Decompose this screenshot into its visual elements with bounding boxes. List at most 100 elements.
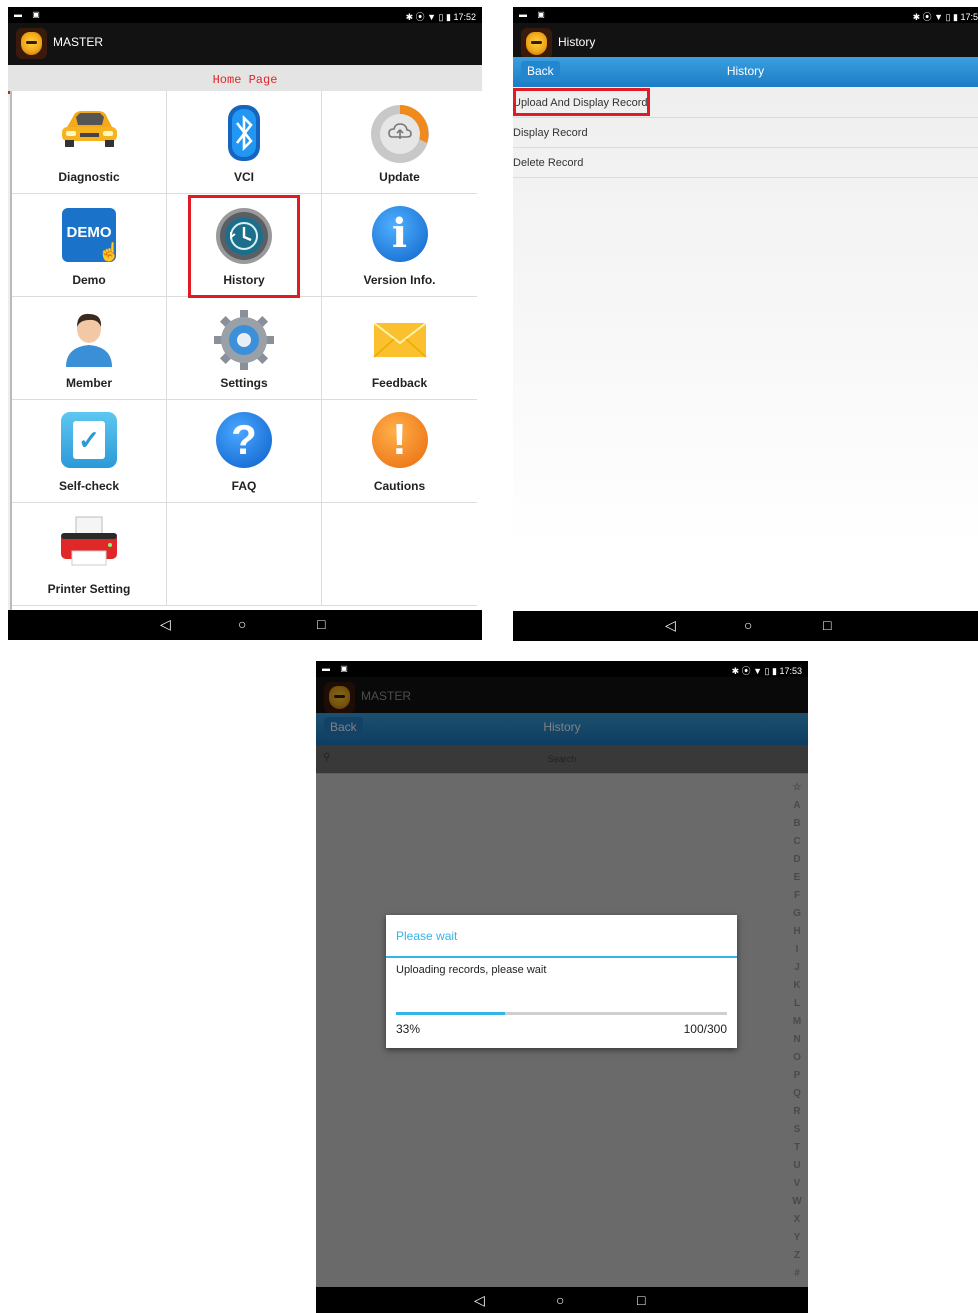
home-page-title: Home Page xyxy=(212,73,278,87)
nav-back-icon[interactable]: ◁ xyxy=(160,616,171,633)
alphabet-letter[interactable]: # xyxy=(790,1265,804,1283)
tile-label: Printer Setting xyxy=(47,582,131,596)
nav-recent-icon[interactable]: □ xyxy=(823,617,831,633)
tile-grid: Diagnostic VCI Update DEMO ☝ Demo Histor… xyxy=(10,91,482,610)
alphabet-letter[interactable]: P xyxy=(790,1067,804,1085)
history-toolbar: Back History xyxy=(513,57,978,87)
demo-badge: DEMO xyxy=(66,224,112,241)
alphabet-letter[interactable]: G xyxy=(790,905,804,923)
status-right: ✱ ⦿ ▼ ▯ ▮ 17:5 xyxy=(912,12,978,22)
exclamation-icon: ! xyxy=(371,412,428,468)
alphabet-letter[interactable]: M xyxy=(790,1013,804,1031)
alphabet-letter[interactable]: L xyxy=(790,995,804,1013)
tile-label: Update xyxy=(379,170,420,184)
alphabet-letter[interactable]: H xyxy=(790,923,804,941)
status-left-icons: ▬ ▣ xyxy=(14,10,44,19)
dialog-message: Uploading records, please wait xyxy=(396,964,547,976)
alphabet-letter[interactable]: T xyxy=(790,1139,804,1157)
nav-bar: ◁ ○ □ xyxy=(513,611,978,641)
hand-pointer-icon: ☝ xyxy=(98,242,121,262)
cloud-update-icon xyxy=(370,105,429,163)
envelope-icon xyxy=(372,322,427,358)
tile-feedback[interactable]: Feedback xyxy=(322,297,477,400)
tile-empty xyxy=(167,503,322,606)
tile-label: VCI xyxy=(233,170,254,184)
toolbar-title: History xyxy=(726,64,765,78)
tile-printer-setting[interactable]: Printer Setting xyxy=(12,503,167,606)
alphabet-letter[interactable]: F xyxy=(790,887,804,905)
history-screen: ▬ ▣ ✱ ⦿ ▼ ▯ ▮ 17:5 History Back History … xyxy=(513,7,978,641)
nav-recent-icon[interactable]: □ xyxy=(317,616,325,632)
nav-home-icon[interactable]: ○ xyxy=(238,616,246,632)
nav-home-icon[interactable]: ○ xyxy=(744,617,752,633)
tile-demo[interactable]: DEMO ☝ Demo xyxy=(12,194,167,297)
upload-screen: ▬ ▣ ✱ ⦿ ▼ ▯ ▮ 17:53 MASTER Back History … xyxy=(316,661,808,1313)
alphabet-index[interactable]: ☆ A B C D E F G H I J K L M N O P Q R S T U V W X Y Z # xyxy=(790,779,804,1283)
check-glyph: ✓ xyxy=(78,425,100,455)
dialog-title: Please wait xyxy=(396,929,458,943)
gear-icon xyxy=(214,310,274,370)
tile-update[interactable]: Update xyxy=(322,91,477,194)
alphabet-letter[interactable]: J xyxy=(790,959,804,977)
question-icon: ? xyxy=(216,412,272,468)
tile-vci[interactable]: VCI xyxy=(167,91,322,194)
progress-fill xyxy=(396,1012,506,1015)
alphabet-letter[interactable]: Q xyxy=(790,1085,804,1103)
home-page-bar: Home Page xyxy=(8,65,482,94)
alphabet-letter[interactable]: Z xyxy=(790,1247,804,1265)
alphabet-letter[interactable]: A xyxy=(790,797,804,815)
dim-overlay xyxy=(316,677,808,773)
tile-version-info[interactable]: i Version Info. xyxy=(322,194,477,297)
app-title: History xyxy=(558,35,596,49)
nav-back-icon[interactable]: ◁ xyxy=(474,1292,485,1309)
printer-icon xyxy=(61,516,117,566)
tile-label: Member xyxy=(65,376,112,390)
alphabet-letter[interactable]: D xyxy=(790,851,804,869)
tile-label: Version Info. xyxy=(363,273,436,287)
alphabet-letter[interactable]: B xyxy=(790,815,804,833)
nav-home-icon[interactable]: ○ xyxy=(556,1292,564,1308)
alphabet-letter[interactable]: ☆ xyxy=(790,779,804,797)
menu-item-display[interactable]: Display Record xyxy=(513,118,978,148)
alphabet-letter[interactable]: W xyxy=(790,1193,804,1211)
alphabet-letter[interactable]: S xyxy=(790,1121,804,1139)
menu-item-delete[interactable]: Delete Record xyxy=(513,148,978,178)
tile-diagnostic[interactable]: Diagnostic xyxy=(12,91,167,194)
bluetooth-icon xyxy=(228,105,260,161)
nav-recent-icon[interactable]: □ xyxy=(637,1292,645,1308)
alphabet-letter[interactable]: E xyxy=(790,869,804,887)
lion-logo-icon xyxy=(16,28,47,59)
menu-label: Display Record xyxy=(513,127,588,139)
info-glyph: i xyxy=(391,210,408,257)
alphabet-letter[interactable]: U xyxy=(790,1157,804,1175)
alphabet-letter[interactable]: R xyxy=(790,1103,804,1121)
tile-faq[interactable]: ? FAQ xyxy=(167,400,322,503)
tile-cautions[interactable]: ! Cautions xyxy=(322,400,477,503)
exclamation-glyph: ! xyxy=(392,415,407,464)
alphabet-letter[interactable]: Y xyxy=(790,1229,804,1247)
app-title: MASTER xyxy=(53,35,104,49)
status-right: ✱ ⦿ ▼ ▯ ▮ 17:52 xyxy=(405,12,476,22)
alphabet-letter[interactable]: N xyxy=(790,1031,804,1049)
tile-member[interactable]: Member xyxy=(12,297,167,400)
status-bar: ▬ ▣ ✱ ⦿ ▼ ▯ ▮ 17:53 xyxy=(316,661,808,677)
menu-label: Delete Record xyxy=(513,157,584,169)
alphabet-letter[interactable]: I xyxy=(790,941,804,959)
question-glyph: ? xyxy=(231,416,257,463)
alphabet-letter[interactable]: C xyxy=(790,833,804,851)
progress-percent: 33% xyxy=(396,1022,421,1036)
history-highlight-box xyxy=(188,195,300,298)
alphabet-letter[interactable]: V xyxy=(790,1175,804,1193)
progress-dialog: Please wait Uploading records, please wa… xyxy=(386,915,737,1048)
alphabet-letter[interactable]: O xyxy=(790,1049,804,1067)
nav-bar: ◁ ○ □ xyxy=(316,1287,808,1313)
tile-settings[interactable]: Settings xyxy=(167,297,322,400)
app-bar: MASTER xyxy=(8,23,482,65)
lion-logo-icon xyxy=(521,28,552,59)
dialog-divider xyxy=(386,956,737,958)
status-left-icons: ▬ ▣ xyxy=(519,10,549,19)
nav-back-icon[interactable]: ◁ xyxy=(665,617,676,634)
alphabet-letter[interactable]: X xyxy=(790,1211,804,1229)
alphabet-letter[interactable]: K xyxy=(790,977,804,995)
tile-self-check[interactable]: ✓ Self-check xyxy=(12,400,167,503)
